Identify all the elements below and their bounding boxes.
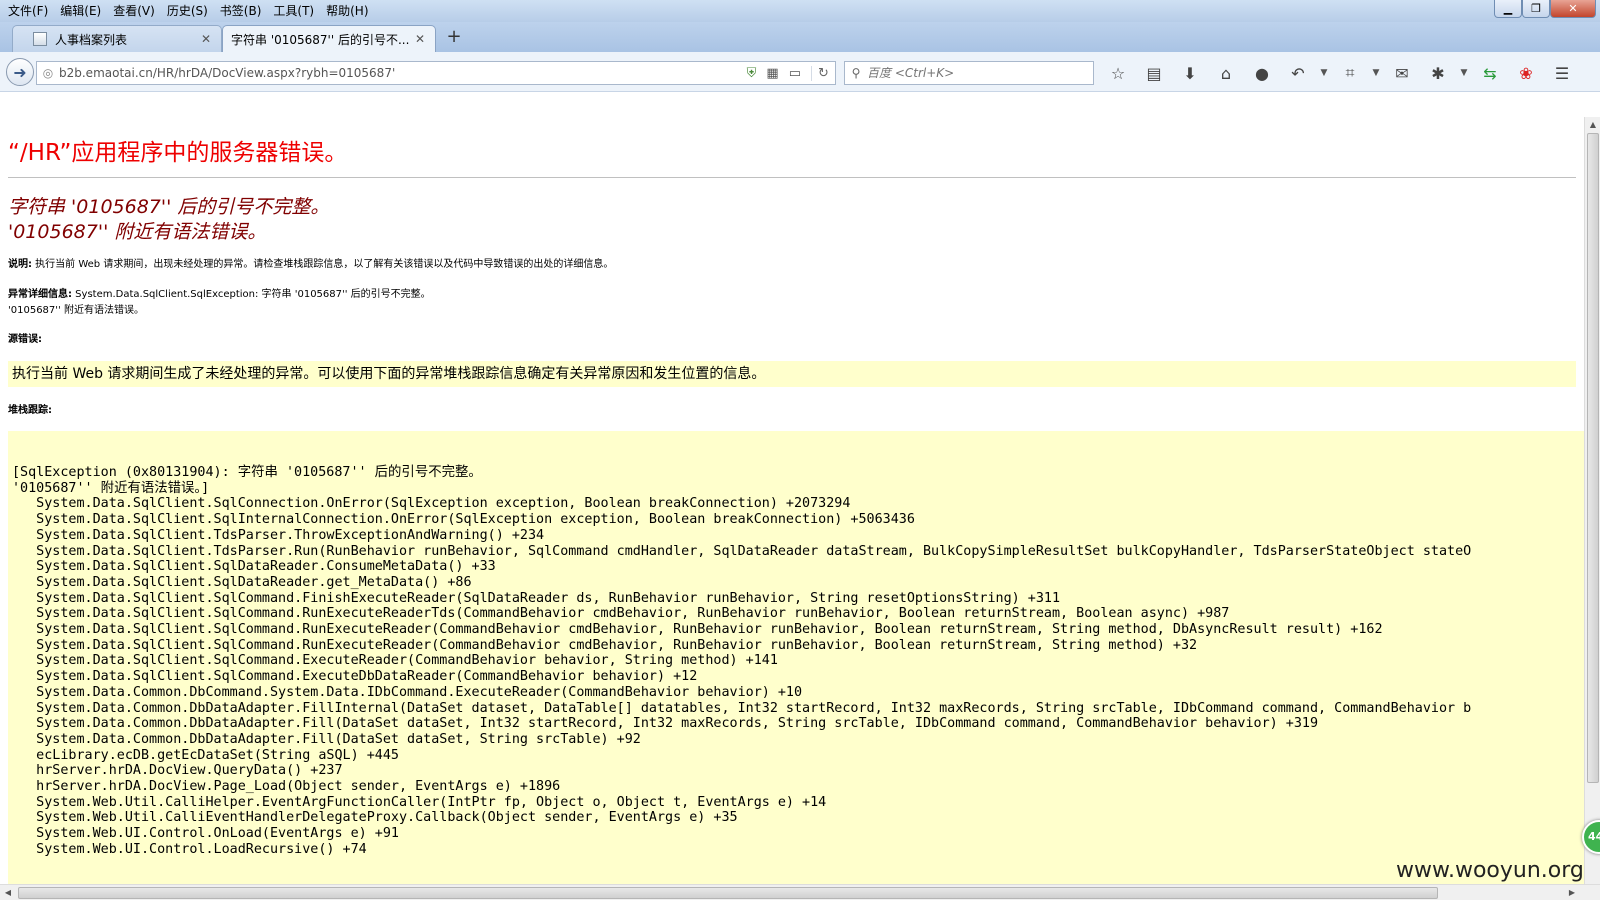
source-error-label-line: 源错误: bbox=[8, 332, 42, 348]
menu-tools[interactable]: 工具(T) bbox=[267, 1, 320, 21]
exception-details-line: 异常详细信息: System.Data.SqlClient.SqlExcepti… bbox=[8, 287, 431, 303]
scroll-left-arrow-icon[interactable]: ◀ bbox=[0, 885, 16, 900]
menu-help[interactable]: 帮助(H) bbox=[320, 1, 374, 21]
description-line: 说明: 执行当前 Web 请求期间，出现未经处理的异常。请检查堆栈跟踪信息，以了… bbox=[8, 257, 613, 273]
description-text: 执行当前 Web 请求期间，出现未经处理的异常。请检查堆栈跟踪信息，以了解有关该… bbox=[32, 259, 614, 270]
search-input[interactable] bbox=[867, 66, 1093, 80]
description-label: 说明: bbox=[8, 259, 32, 270]
tab-label: 字符串 '0105687'' 后的引号不... bbox=[231, 32, 410, 47]
stack-trace-label: 堆栈跟踪: bbox=[8, 405, 52, 416]
vertical-scroll-thumb[interactable] bbox=[1587, 133, 1599, 783]
stack-trace-label-line: 堆栈跟踪: bbox=[8, 403, 52, 419]
extension-icon[interactable]: ❀ bbox=[1508, 60, 1544, 86]
menu-history[interactable]: 历史(S) bbox=[161, 1, 214, 21]
tab-error-page[interactable]: 字符串 '0105687'' 后的引号不... ✕ bbox=[222, 25, 436, 52]
home-icon[interactable]: ⌂ bbox=[1208, 60, 1244, 86]
scroll-up-arrow-icon[interactable]: ▲ bbox=[1585, 117, 1600, 133]
dropdown-arrow-icon[interactable]: ▼ bbox=[1456, 60, 1472, 86]
title-divider bbox=[8, 177, 1576, 178]
url-text[interactable]: b2b.emaotai.cn/HR/hrDA/DocView.aspx?rybh… bbox=[59, 66, 747, 80]
tab-close-icon[interactable]: ✕ bbox=[413, 32, 427, 46]
exception-details-text: System.Data.SqlClient.SqlException: 字符串 … bbox=[72, 289, 431, 300]
reader-view-icon[interactable]: ▭ bbox=[789, 66, 801, 81]
stack-trace-box[interactable]: [SqlException (0x80131904): 字符串 '0105687… bbox=[8, 431, 1584, 884]
watermark: www.wooyun.org bbox=[1396, 858, 1584, 883]
bookmarks-menu-icon[interactable]: ▤ bbox=[1136, 60, 1172, 86]
exception-details-line-2: '0105687'' 附近有语法错误。 bbox=[8, 305, 144, 316]
dropdown-arrow-icon[interactable]: ▼ bbox=[1368, 60, 1384, 86]
tab-label: 人事档案列表 bbox=[55, 32, 128, 47]
site-info-icon[interactable]: ◎ bbox=[37, 66, 59, 80]
chat-icon[interactable]: ● bbox=[1244, 60, 1280, 86]
shield-icon[interactable]: ⛨ bbox=[747, 66, 757, 81]
tab-strip: 人事档案列表 ✕ 字符串 '0105687'' 后的引号不... ✕ bbox=[0, 22, 1600, 52]
page-title: “/HR”应用程序中的服务器错误。 bbox=[8, 140, 348, 166]
minimize-button[interactable]: ▁ bbox=[1494, 0, 1522, 18]
page-viewport: “/HR”应用程序中的服务器错误。 字符串 '0105687'' 后的引号不完整… bbox=[0, 117, 1584, 884]
toolbar: ☆ ▤ ⬇ ⌂ ● ↶ ▼ ⌗ ▼ ✉ ✱ ▼ ⇆ ❀ ☰ bbox=[1100, 60, 1580, 86]
error-message-line-1: 字符串 '0105687'' 后的引号不完整。 bbox=[8, 196, 330, 218]
menu-view[interactable]: 查看(V) bbox=[107, 1, 161, 21]
menu-bookmarks[interactable]: 书签(B) bbox=[214, 1, 268, 21]
vertical-scrollbar[interactable]: ▲ bbox=[1584, 117, 1600, 884]
horizontal-scrollbar[interactable]: ◀ ▶ bbox=[0, 884, 1600, 900]
error-message-line-2: '0105687'' 附近有语法错误。 bbox=[8, 221, 267, 243]
menu-bar: 文件(F) 编辑(E) 查看(V) 历史(S) 书签(B) 工具(T) 帮助(H… bbox=[0, 0, 1600, 22]
error-message: 字符串 '0105687'' 后的引号不完整。 '0105687'' 附近有语法… bbox=[8, 195, 329, 245]
message-icon[interactable]: ✉ bbox=[1384, 60, 1420, 86]
sync-icon[interactable]: ⇆ bbox=[1472, 60, 1508, 86]
tab-personnel-list[interactable]: 人事档案列表 ✕ bbox=[12, 25, 222, 52]
undo-close-tab-icon[interactable]: ↶ bbox=[1280, 60, 1316, 86]
search-bar[interactable]: ⚲ bbox=[844, 61, 1094, 85]
menu-edit[interactable]: 编辑(E) bbox=[54, 1, 107, 21]
navigation-bar: ➜ ◎ b2b.emaotai.cn/HR/hrDA/DocView.aspx?… bbox=[0, 52, 1600, 92]
address-bar[interactable]: ◎ b2b.emaotai.cn/HR/hrDA/DocView.aspx?ry… bbox=[36, 61, 836, 85]
page-favicon-icon bbox=[33, 32, 47, 46]
back-button[interactable]: ➜ bbox=[6, 58, 34, 86]
source-error-label: 源错误: bbox=[8, 334, 42, 345]
new-tab-button[interactable]: + bbox=[444, 26, 464, 48]
hamburger-menu-icon[interactable]: ☰ bbox=[1544, 60, 1580, 86]
crop-screenshot-icon[interactable]: ⌗ bbox=[1332, 60, 1368, 86]
menu-file[interactable]: 文件(F) bbox=[2, 1, 54, 21]
qr-code-icon[interactable]: ▦ bbox=[766, 66, 778, 81]
bookmark-star-icon[interactable]: ☆ bbox=[1100, 60, 1136, 86]
dropdown-arrow-icon[interactable]: ▼ bbox=[1316, 60, 1332, 86]
source-error-box: 执行当前 Web 请求期间生成了未经处理的异常。可以使用下面的异常堆栈跟踪信息确… bbox=[8, 361, 1576, 387]
tab-close-icon[interactable]: ✕ bbox=[199, 32, 213, 46]
back-arrow-icon: ➜ bbox=[13, 62, 27, 82]
reload-icon[interactable]: ↻ bbox=[811, 65, 835, 81]
exception-details-label: 异常详细信息: bbox=[8, 289, 72, 300]
scroll-right-arrow-icon[interactable]: ▶ bbox=[1564, 885, 1580, 900]
download-icon[interactable]: ⬇ bbox=[1172, 60, 1208, 86]
maximize-button[interactable]: ❐ bbox=[1522, 0, 1550, 18]
horizontal-scroll-thumb[interactable] bbox=[18, 887, 1438, 899]
search-icon: ⚲ bbox=[851, 66, 861, 80]
addon-icon[interactable]: ✱ bbox=[1420, 60, 1456, 86]
window-close-button[interactable]: ✕ bbox=[1550, 0, 1596, 18]
